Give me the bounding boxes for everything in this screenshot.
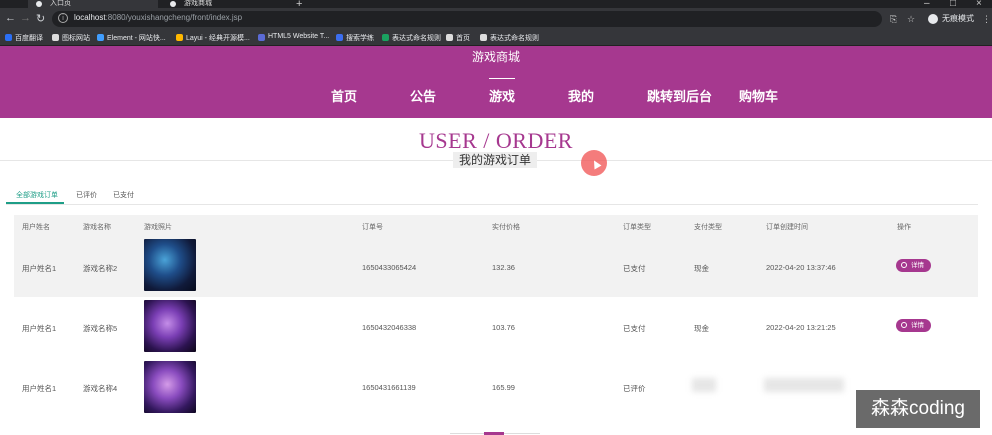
- game-photo-thumbnail[interactable]: [144, 300, 196, 352]
- column-header: 用户姓名: [22, 224, 50, 231]
- site-info-icon[interactable]: i: [58, 13, 68, 23]
- detail-button[interactable]: 详情: [896, 319, 931, 332]
- cell-order-no: 1650432046338: [362, 323, 417, 332]
- nav-item-notice[interactable]: 公告: [410, 86, 436, 105]
- tab-reviewed[interactable]: 已评价: [76, 190, 97, 200]
- cell-order-type: 已支付: [623, 324, 646, 333]
- cell-user-name: 用户姓名1: [22, 324, 57, 333]
- url-text: localhost:8080/youxishangcheng/front/ind…: [74, 13, 242, 22]
- cell-pay-type: 现金: [694, 324, 709, 333]
- column-header: 订单创建时间: [766, 224, 808, 231]
- tab-divider: [6, 204, 978, 205]
- column-header: 订单号: [362, 224, 383, 231]
- page-favicon-icon: [36, 1, 42, 7]
- reload-icon[interactable]: ↻: [36, 12, 45, 25]
- incognito-badge[interactable]: 无痕模式: [926, 11, 980, 27]
- forward-arrow-icon[interactable]: →: [20, 12, 31, 24]
- browser-tab-strip: 入口页 游戏商城 + – □ ×: [0, 0, 992, 10]
- cell-price: 132.36: [492, 263, 515, 272]
- nav-item-games[interactable]: 游戏: [489, 78, 516, 105]
- cell-order-type: 已支付: [623, 264, 646, 273]
- cell-price: 103.76: [492, 323, 515, 332]
- column-header: 订单类型: [623, 224, 651, 231]
- nav-item-home[interactable]: 首页: [331, 86, 357, 105]
- cell-user-name: 用户姓名1: [22, 264, 57, 273]
- watermark: 森森coding: [856, 390, 980, 428]
- bookmark-item[interactable]: 搜索学练: [336, 33, 374, 43]
- cell-created-time: 2022-04-20 13:37:46: [766, 263, 836, 272]
- detail-button[interactable]: 详情: [896, 259, 931, 272]
- game-photo-thumbnail[interactable]: [144, 361, 196, 413]
- cell-game-name: 游戏名称2: [83, 264, 118, 273]
- blurred-cell: [764, 378, 844, 392]
- bookmark-item[interactable]: 图标网站: [52, 33, 90, 43]
- nav-item-cart[interactable]: 购物车: [739, 86, 778, 105]
- nav-item-mine[interactable]: 我的: [568, 86, 594, 105]
- tab-paid[interactable]: 已支付: [113, 190, 134, 200]
- bookmark-item[interactable]: 首页: [446, 33, 470, 43]
- cell-created-time: 2022-04-20 13:21:25: [766, 323, 836, 332]
- bookmark-item[interactable]: Element - 网站快...: [97, 33, 166, 43]
- active-tab-indicator: [6, 202, 64, 204]
- translate-icon[interactable]: ⎘: [890, 14, 897, 25]
- cell-game-name: 游戏名称4: [83, 384, 118, 393]
- column-header: 操作: [897, 224, 911, 231]
- column-header: 游戏照片: [144, 224, 172, 231]
- url-host: localhost: [74, 13, 106, 22]
- url-input[interactable]: i localhost:8080/youxishangcheng/front/i…: [52, 11, 882, 27]
- url-path: :8080/youxishangcheng/front/index.jsp: [105, 13, 243, 22]
- cell-order-no: 1650433065424: [362, 263, 417, 272]
- bookmark-item[interactable]: 表达式命名规则: [480, 33, 539, 43]
- cell-price: 165.99: [492, 383, 515, 392]
- cell-pay-type: 现金: [694, 264, 709, 273]
- game-photo-thumbnail[interactable]: [144, 239, 196, 291]
- page-subtitle: 我的游戏订单: [453, 152, 537, 168]
- bookmark-item[interactable]: Layui - 经典开源模...: [176, 33, 250, 43]
- bookmarks-bar: 百度翻译 图标网站 Element - 网站快... Layui - 经典开源模…: [0, 30, 992, 46]
- cell-game-name: 游戏名称5: [83, 324, 118, 333]
- blurred-cell: [692, 378, 716, 392]
- site-header: 游戏商城 首页 公告 游戏 我的 跳转到后台 购物车: [0, 46, 992, 118]
- tab-all-orders[interactable]: 全部游戏订单: [16, 190, 58, 200]
- bookmark-item[interactable]: 百度翻译: [5, 33, 43, 43]
- menu-kebab-icon[interactable]: ⋮: [982, 14, 991, 25]
- nav-item-admin[interactable]: 跳转到后台: [647, 86, 712, 105]
- back-arrow-icon[interactable]: ←: [5, 12, 16, 24]
- browser-tab-active[interactable]: 入口页: [28, 0, 158, 8]
- address-bar-row: ← → ↻ i localhost:8080/youxishangcheng/f…: [0, 8, 992, 30]
- site-title: 游戏商城: [471, 50, 520, 64]
- column-header: 实付价格: [492, 224, 520, 231]
- cell-order-type: 已评价: [623, 384, 646, 393]
- column-header: 支付类型: [694, 224, 722, 231]
- browser-tab[interactable]: 游戏商城: [162, 0, 292, 8]
- page-favicon-icon: [170, 1, 176, 7]
- cell-order-no: 1650431661139: [362, 383, 416, 392]
- cell-user-name: 用户姓名1: [22, 384, 57, 393]
- browser-tab-label: 游戏商城: [184, 0, 212, 7]
- bookmark-item[interactable]: 表达式命名规则: [382, 33, 441, 43]
- browser-tab-label: 入口页: [50, 0, 71, 7]
- column-header: 游戏名称: [83, 224, 111, 231]
- cursor-highlight-icon: [581, 150, 607, 176]
- page-title: USER / ORDER: [419, 128, 573, 153]
- bookmark-item[interactable]: HTML5 Website T...: [258, 33, 329, 41]
- bookmark-star-icon[interactable]: ☆: [907, 14, 915, 25]
